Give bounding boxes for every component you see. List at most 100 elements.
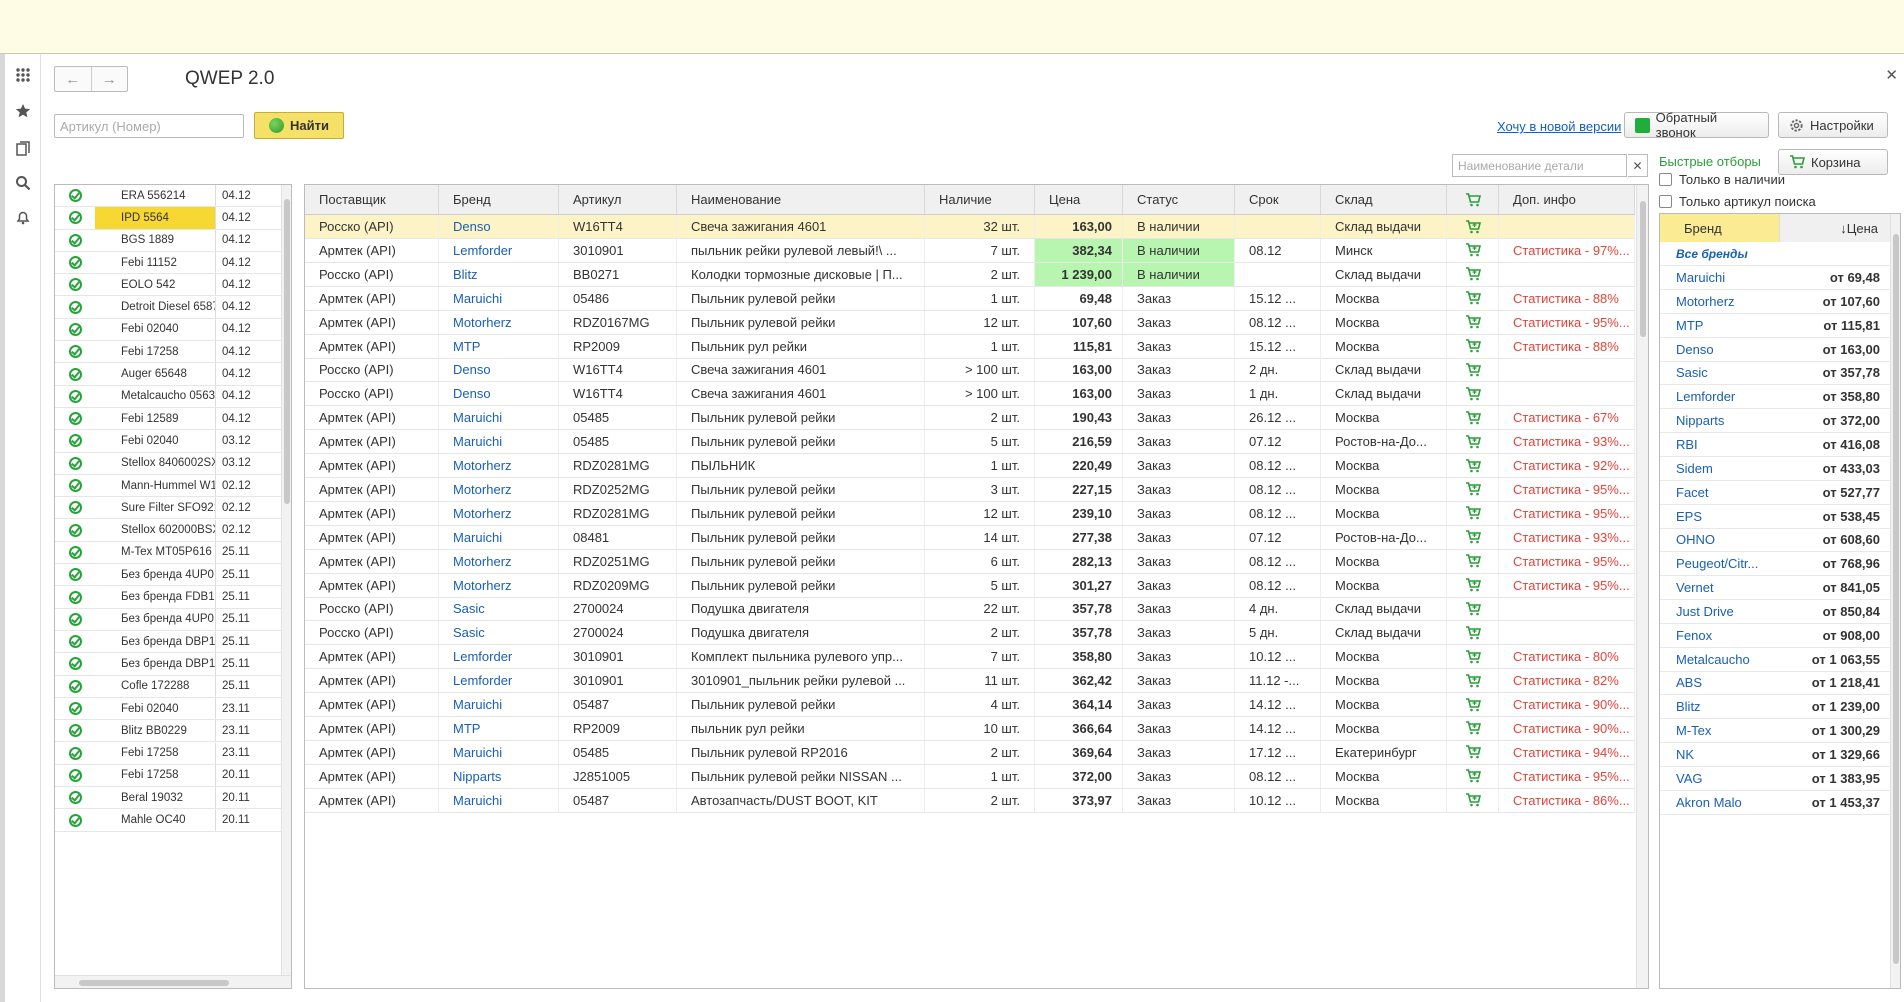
history-item[interactable]: Febi 02040 23.11 — [55, 697, 281, 721]
table-row[interactable]: Армтек (API) MTP RP2009 Пыльник рул рейки 1 … — [305, 334, 1635, 359]
table-row[interactable]: Армтек (API) MTP RP2009 пыльник рул рейки 10… — [305, 716, 1635, 741]
all-brands-item[interactable]: Все бренды — [1660, 242, 1890, 266]
cart-button[interactable]: Корзина — [1778, 149, 1888, 175]
table-row[interactable]: Росско (API) Sasic 2700024 Подушка двигател… — [305, 621, 1635, 646]
brand-filter-item[interactable]: Motorherz от 107,60 — [1660, 290, 1890, 314]
cell-brand-link[interactable]: Maruichi — [439, 788, 559, 812]
cell-brand-link[interactable]: Denso — [439, 358, 559, 382]
brand-filter-item[interactable]: Akron Malo от 1 453,37 — [1660, 791, 1890, 815]
col-header-status[interactable]: Статус — [1123, 185, 1235, 214]
add-to-cart-icon[interactable] — [1447, 669, 1499, 693]
add-to-cart-icon[interactable] — [1447, 406, 1499, 430]
brand-filter-item[interactable]: Peugeot/Citr... от 768,96 — [1660, 552, 1890, 577]
cell-brand-link[interactable]: Nipparts — [439, 764, 559, 788]
checkbox-box[interactable] — [1659, 173, 1672, 186]
add-to-cart-icon[interactable] — [1447, 525, 1499, 549]
brand-filter-item[interactable]: Sasic от 357,78 — [1660, 361, 1890, 386]
history-item[interactable]: BGS 1889 04.12 — [55, 229, 281, 252]
table-row[interactable]: Армтек (API) Motorherz RDZ0281MG Пыльник ру… — [305, 501, 1635, 526]
history-item[interactable]: Detroit Diesel 6587 04.12 — [55, 296, 281, 319]
col-header-article[interactable]: Артикул — [559, 185, 677, 214]
add-to-cart-icon[interactable] — [1447, 238, 1499, 262]
add-to-cart-icon[interactable] — [1447, 501, 1499, 525]
cell-brand-link[interactable]: Motorherz — [439, 477, 559, 501]
table-row[interactable]: Армтек (API) Maruichi 05487 Пыльник рулевой… — [305, 693, 1635, 717]
brand-filter-item[interactable]: Lemforder от 358,80 — [1660, 385, 1890, 410]
forward-arrow-icon[interactable]: → — [92, 67, 128, 91]
table-row[interactable]: Армтек (API) Maruichi 05485 Пыльник рулевой… — [305, 430, 1635, 455]
table-row[interactable]: Росско (API) Denso W16TT4 Свеча зажигания 4… — [305, 382, 1635, 407]
cell-brand-link[interactable]: Sasic — [439, 597, 559, 621]
article-only-checkbox[interactable]: Только артикул поиска — [1659, 194, 1816, 209]
brand-filter-item[interactable]: Sidem от 433,03 — [1660, 457, 1890, 481]
cell-brand-link[interactable]: Blitz — [439, 262, 559, 286]
brand-filter-item[interactable]: EPS от 538,45 — [1660, 505, 1890, 529]
cell-brand-link[interactable]: Motorherz — [439, 310, 559, 334]
add-to-cart-icon[interactable] — [1447, 215, 1499, 238]
history-item[interactable]: Metalcaucho 05634 04.12 — [55, 385, 281, 408]
table-row[interactable]: Росско (API) Denso W16TT4 Свеча зажигания 4… — [305, 215, 1635, 239]
cell-brand-link[interactable]: Sasic — [439, 621, 559, 645]
history-item[interactable]: Без бренда 4UP0... 25.11 — [55, 608, 281, 631]
table-row[interactable]: Армтек (API) Maruichi 05485 Пыльник рулевой… — [305, 406, 1635, 431]
history-item[interactable]: Без бренда 4UP0... 25.11 — [55, 564, 281, 587]
col-header-name[interactable]: Наименование — [677, 185, 925, 214]
history-item[interactable]: Febi 02040 03.12 — [55, 430, 281, 453]
col-header-qty[interactable]: Наличие — [925, 185, 1035, 214]
cell-brand-link[interactable]: MTP — [439, 334, 559, 358]
col-header-price[interactable]: Цена — [1035, 185, 1123, 214]
brand-filter-item[interactable]: Vernet от 841,05 — [1660, 576, 1890, 601]
add-to-cart-icon[interactable] — [1447, 334, 1499, 358]
brand-filter-item[interactable]: Denso от 163,00 — [1660, 338, 1890, 362]
table-row[interactable]: Армтек (API) Motorherz RDZ0251MG Пыльник ру… — [305, 549, 1635, 574]
table-row[interactable]: Армтек (API) Maruichi 05485 Пыльник рулевой… — [305, 740, 1635, 765]
history-item[interactable]: Febi 02040 04.12 — [55, 318, 281, 342]
checkbox-box[interactable] — [1659, 195, 1672, 208]
history-item[interactable]: Febi 17258 20.11 — [55, 764, 281, 788]
cell-brand-link[interactable]: Motorherz — [439, 501, 559, 525]
add-to-cart-icon[interactable] — [1447, 621, 1499, 645]
history-item[interactable]: Auger 65648 04.12 — [55, 363, 281, 386]
cell-brand-link[interactable]: Maruichi — [439, 406, 559, 430]
brand-filter-item[interactable]: VAG от 1 383,95 — [1660, 767, 1890, 791]
table-row[interactable]: Росско (API) Denso W16TT4 Свеча зажигания 4… — [305, 358, 1635, 383]
add-to-cart-icon[interactable] — [1447, 693, 1499, 716]
brand-filter-item[interactable]: NK от 1 329,66 — [1660, 743, 1890, 767]
table-row[interactable]: Росско (API) Sasic 2700024 Подушка двигател… — [305, 597, 1635, 622]
brand-filter-item[interactable]: MTP от 115,81 — [1660, 314, 1890, 338]
add-to-cart-icon[interactable] — [1447, 477, 1499, 501]
history-item[interactable]: Без бренда DBP1... 25.11 — [55, 653, 281, 676]
history-item[interactable]: M-Tex MT05P616 25.11 — [55, 541, 281, 565]
col-header-supplier[interactable]: Поставщик — [305, 185, 439, 214]
add-to-cart-icon[interactable] — [1447, 262, 1499, 286]
brand-filter-item[interactable]: ABS от 1 218,41 — [1660, 671, 1890, 696]
add-to-cart-icon[interactable] — [1447, 716, 1499, 740]
history-hscrollbar-thumb[interactable] — [79, 980, 229, 986]
table-row[interactable]: Армтек (API) Motorherz RDZ0281MG ПЫЛЬНИК 1 ш… — [305, 454, 1635, 478]
table-row[interactable]: Армтек (API) Maruichi 08481 Пыльник рулевой… — [305, 525, 1635, 550]
article-search-input[interactable] — [54, 114, 244, 138]
history-item[interactable]: Blitz BB0229 23.11 — [55, 720, 281, 743]
history-item[interactable]: Febi 17258 04.12 — [55, 341, 281, 364]
add-to-cart-icon[interactable] — [1447, 430, 1499, 454]
cell-brand-link[interactable]: Motorherz — [439, 549, 559, 573]
table-row[interactable]: Армтек (API) Maruichi 05486 Пыльник рулевой… — [305, 286, 1635, 311]
history-item[interactable]: Febi 12589 04.12 — [55, 408, 281, 431]
brand-filter-item[interactable]: Metalcaucho от 1 063,55 — [1660, 648, 1890, 672]
history-scrollbar[interactable] — [281, 185, 291, 975]
table-row[interactable]: Росско (API) Blitz BB0271 Колодки тормозные… — [305, 262, 1635, 287]
history-item[interactable]: ERA 556214 04.12 — [55, 185, 281, 208]
history-item[interactable]: Febi 11152 04.12 — [55, 251, 281, 275]
add-to-cart-icon[interactable] — [1447, 573, 1499, 597]
add-to-cart-icon[interactable] — [1447, 549, 1499, 573]
brand-filter-item[interactable]: RBI от 416,08 — [1660, 433, 1890, 457]
cell-brand-link[interactable]: Maruichi — [439, 740, 559, 764]
close-icon[interactable]: ✕ — [1885, 66, 1898, 84]
table-row[interactable]: Армтек (API) Lemforder 3010901 пыльник рейк… — [305, 238, 1635, 263]
col-header-brand[interactable]: Бренд — [439, 185, 559, 214]
history-item[interactable]: Mahle OC40 20.11 — [55, 809, 281, 832]
cell-brand-link[interactable]: Lemforder — [439, 669, 559, 693]
back-arrow-icon[interactable]: ← — [55, 67, 92, 91]
brands-scrollbar[interactable] — [1890, 214, 1900, 988]
col-header-info[interactable]: Доп. инфо — [1499, 185, 1635, 214]
